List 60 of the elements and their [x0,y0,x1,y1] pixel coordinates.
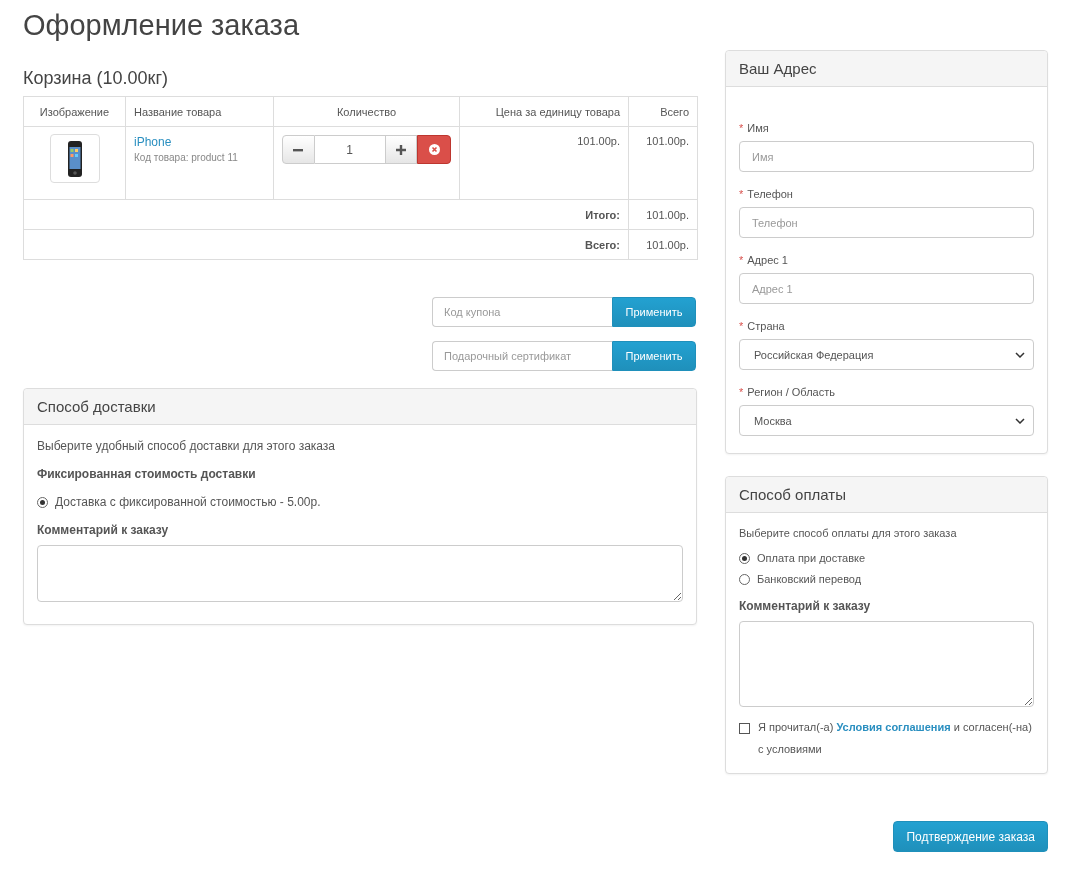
required-mark: * [739,320,744,332]
cart-title: Корзина (10.00кг) [23,68,170,89]
field-label: Комментарий к заказу [739,599,872,613]
column-header: Цена за единицу товара [459,96,629,127]
coupon-field[interactable]: Подарочный сертификат [432,341,612,371]
comment-field[interactable] [739,621,1034,707]
plus-icon [396,144,406,155]
confirm-order-button[interactable]: Подтверждение заказа [893,821,1048,852]
column-header: Изображение [23,96,126,127]
text-field[interactable]: Адрес 1 [739,273,1034,304]
required-mark: * [739,188,744,200]
chevron-down-icon [1015,417,1025,424]
field-label: Имя [747,122,769,134]
apply-button[interactable]: Применить [612,341,696,371]
chevron-down-icon [1015,351,1025,358]
comment-field[interactable] [37,545,683,602]
product-model: Код товара: product 11 [134,152,239,163]
required-mark: * [739,254,744,266]
instruction-text: Выберите удобный способ доставки для этого заказа [37,439,337,453]
column-header: Всего [628,96,698,127]
remove-icon [428,144,440,155]
text-field[interactable]: Имя [739,141,1034,172]
panel-title: Способ доставки [24,389,696,425]
instruction-text: Выберите способ оплаты для этого заказа [739,527,958,539]
page-title: Оформление заказа [23,8,301,42]
column-header: Количество [273,96,460,127]
total-label: Всего: [23,229,629,260]
group-title: Фиксированная стоимость доставки [37,467,257,481]
decrease-button[interactable] [282,135,315,164]
panel-title: Ваш Адрес [726,51,1047,87]
option-label: Банковский перевод [757,573,862,585]
apply-button[interactable]: Применить [612,297,696,327]
terms-link[interactable]: Условия соглашения [836,721,951,733]
select-field[interactable]: Российская Федерация [739,339,1034,370]
total-value: 101.00р. [628,229,698,260]
text-field[interactable]: Телефон [739,207,1034,238]
table-cell: 101.00р. [628,126,698,200]
required-mark: * [739,122,744,134]
checkbox[interactable] [739,723,750,734]
increase-button[interactable] [384,135,418,164]
table-cell: 101.00р. [459,126,629,200]
column-header: Название товара [125,96,274,127]
field-label: Комментарий к заказу [37,523,170,537]
select-field[interactable]: Москва [739,405,1034,436]
terms-text: Я прочитал(-а) Условия соглашения и согласен(-на) с условиями [758,720,1033,757]
panel-title: Способ оплаты [726,477,1047,513]
total-label: Итого: [23,199,629,230]
field-label: Страна [747,320,785,332]
product-link[interactable]: iPhone [134,135,172,149]
phone-icon [66,139,83,178]
field-label: Адрес 1 [747,254,788,266]
required-mark: * [739,386,744,398]
option-label: Оплата при доставке [757,552,866,564]
total-value: 101.00р. [628,199,698,230]
coupon-field[interactable]: Код купона [432,297,612,327]
option-label: Доставка с фиксированной стоимостью - 5.00р. [55,495,321,509]
field-label: Регион / Область [747,386,835,398]
quantity-field[interactable]: 1 [314,135,385,164]
remove-button[interactable] [417,135,451,164]
field-label: Телефон [747,188,793,200]
